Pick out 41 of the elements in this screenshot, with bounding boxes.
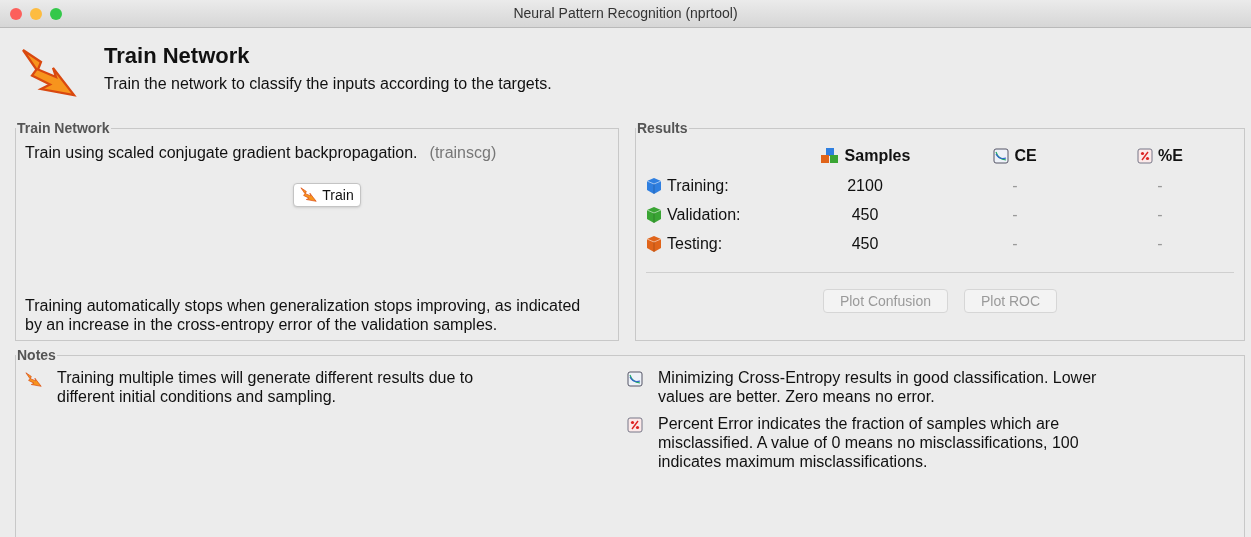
table-cell-text: - (1011, 204, 1019, 225)
method-label: Train using scaled conjugate gradient backpropagation. (25, 143, 418, 163)
chart-icon (627, 371, 643, 387)
table-cell-text: - (1156, 175, 1164, 196)
column-header: Samples (844, 146, 911, 166)
table-cell-text: 450 (850, 204, 880, 225)
stop-note: Training automatically stops when generalization stops improving, as indicated by an increase in the cross-entropy error of the validation samples. (25, 296, 582, 334)
train-button[interactable]: Train (293, 183, 361, 207)
row-label: Training: (667, 175, 729, 196)
table-cell-text: - (1156, 204, 1164, 225)
percent-icon (1137, 148, 1154, 164)
cube-icon (645, 205, 663, 224)
panel-title: Results (636, 119, 689, 138)
method-code: (trainscg) (429, 143, 497, 163)
cubes-icon (819, 147, 840, 165)
table-cell-text: 2100 (846, 175, 884, 196)
close-button[interactable] (10, 7, 22, 20)
arrow-icon (25, 371, 43, 389)
zoom-button[interactable] (50, 7, 62, 20)
column-header: %E (1158, 146, 1183, 166)
row-label: Validation: (667, 204, 741, 225)
table-cell-text: - (1011, 175, 1019, 196)
cube-icon (645, 176, 663, 195)
minimize-button[interactable] (30, 7, 42, 20)
panel-title: Notes (16, 346, 57, 365)
panel-title: Train Network (16, 119, 111, 138)
note-text: Percent Error indicates the fraction of samples which are misclassified. A value of 0 means no misclassifications, 100 indicates maximum misclassifications. (658, 414, 1080, 471)
arrow-icon (300, 186, 319, 204)
window-title: Neural Pattern Recognition (nprtool) (512, 4, 739, 23)
table-cell-text: - (1011, 233, 1019, 254)
header-title: Train Network (104, 42, 251, 70)
percent-icon (627, 417, 643, 433)
chart-icon (993, 148, 1010, 164)
cube-icon (645, 234, 663, 253)
header-subtitle: Train the network to classify the inputs according to the targets. (104, 74, 552, 94)
row-label: Testing: (667, 233, 723, 254)
note-text: Training multiple times will generate different results due to different initial conditions and sampling. (57, 368, 475, 406)
column-header: CE (1014, 146, 1037, 166)
table-cell-text: - (1156, 233, 1164, 254)
table-cell-text: 450 (850, 233, 880, 254)
note-text: Minimizing Cross-Entropy results in good classification. Lower values are better. Zero means no error. (658, 368, 1098, 406)
